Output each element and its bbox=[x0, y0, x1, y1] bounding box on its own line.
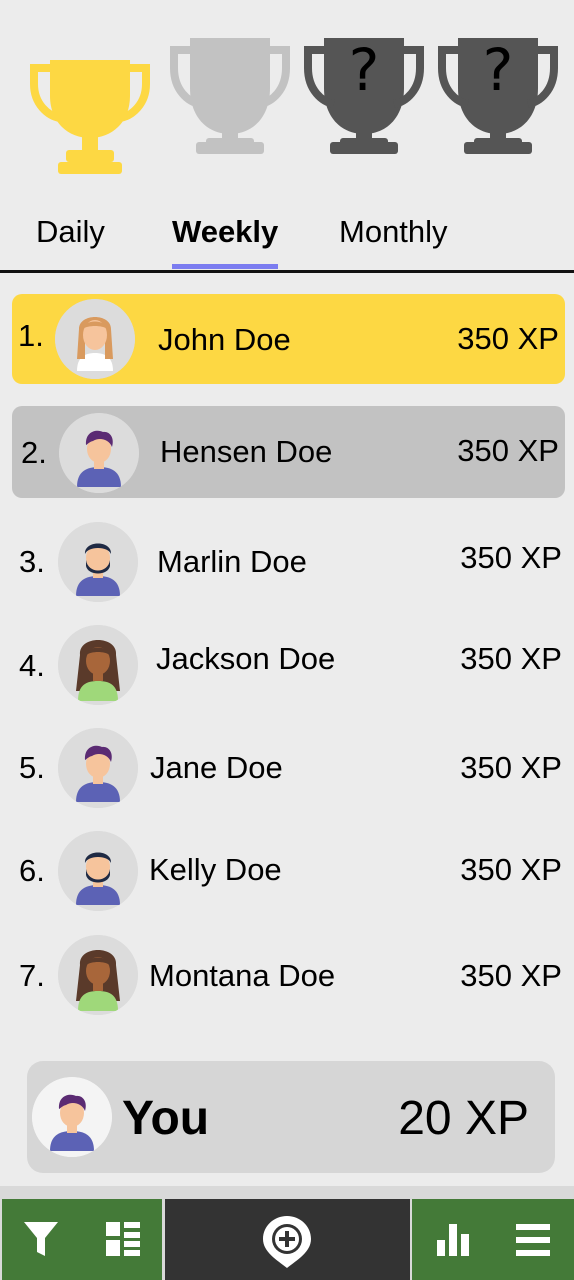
man-purple-hair-avatar bbox=[59, 413, 139, 493]
player-xp: 350 XP bbox=[457, 433, 559, 468]
player-xp: 350 XP bbox=[460, 750, 562, 785]
menu-icon[interactable] bbox=[516, 1224, 550, 1256]
rank-number: 6. bbox=[19, 853, 45, 888]
period-tabs: Daily Weekly Monthly bbox=[0, 212, 574, 272]
player-name: Hensen Doe bbox=[160, 434, 333, 469]
rank-number: 7. bbox=[19, 958, 45, 993]
player-xp: 350 XP bbox=[457, 321, 559, 356]
current-user-card[interactable]: You 20 XP bbox=[27, 1061, 555, 1173]
leaderboard-row-6[interactable]: 6. Kelly Doe 350 XP bbox=[12, 830, 565, 914]
nav-middle-group bbox=[165, 1199, 410, 1280]
leaderboard-row-5[interactable]: 5. Jane Doe 350 XP bbox=[12, 726, 565, 810]
woman-curly-hair-avatar bbox=[58, 625, 138, 705]
bar-chart-icon[interactable] bbox=[437, 1224, 469, 1256]
trophy-gold-icon bbox=[30, 38, 150, 174]
tab-monthly[interactable]: Monthly bbox=[339, 212, 448, 252]
tab-daily[interactable]: Daily bbox=[36, 212, 105, 252]
leaderboard-row-1[interactable]: 1. John Doe 350 XP bbox=[12, 294, 565, 384]
player-name: Kelly Doe bbox=[149, 852, 282, 887]
player-xp: 350 XP bbox=[460, 641, 562, 676]
player-name: Jane Doe bbox=[150, 750, 283, 785]
man-purple-hair-avatar bbox=[32, 1077, 112, 1157]
rank-number: 4. bbox=[19, 648, 45, 683]
woman-curly-hair-avatar bbox=[58, 935, 138, 1015]
player-name: Montana Doe bbox=[149, 958, 336, 993]
filter-icon[interactable] bbox=[24, 1222, 58, 1258]
player-xp: 350 XP bbox=[460, 958, 562, 993]
player-name: Jackson Doe bbox=[156, 641, 336, 676]
man-beard-avatar bbox=[58, 522, 138, 602]
man-beard-avatar bbox=[58, 831, 138, 911]
trophy-locked-icon: ? bbox=[438, 38, 558, 174]
current-user-xp: 20 XP bbox=[398, 1092, 529, 1145]
nav-left-group bbox=[2, 1199, 162, 1280]
list-view-icon[interactable] bbox=[106, 1222, 140, 1256]
locked-question-mark: ? bbox=[348, 36, 380, 104]
tab-weekly[interactable]: Weekly bbox=[172, 212, 278, 252]
leaderboard-row-3[interactable]: 3. Marlin Doe 350 XP bbox=[12, 520, 565, 604]
nav-right-group bbox=[412, 1199, 574, 1280]
player-xp: 350 XP bbox=[460, 540, 562, 575]
man-purple-hair-avatar bbox=[58, 728, 138, 808]
bottom-navigation bbox=[0, 1186, 574, 1280]
leaderboard-row-7[interactable]: 7. Montana Doe 350 XP bbox=[12, 934, 565, 1018]
trophy-silver-icon bbox=[170, 38, 290, 174]
player-xp: 350 XP bbox=[460, 852, 562, 887]
player-name: Marlin Doe bbox=[157, 544, 307, 579]
active-tab-indicator bbox=[172, 264, 278, 269]
current-user-label: You bbox=[122, 1092, 210, 1145]
leaderboard-row-4[interactable]: 4. Jackson Doe 350 XP bbox=[12, 622, 565, 706]
add-location-icon[interactable] bbox=[263, 1216, 311, 1268]
rank-number: 3. bbox=[19, 544, 45, 579]
trophy-locked-icon: ? bbox=[304, 38, 424, 174]
woman-blonde-avatar bbox=[55, 299, 135, 379]
tabs-divider bbox=[0, 270, 574, 273]
rank-number: 1. bbox=[18, 318, 44, 353]
player-name: John Doe bbox=[158, 322, 291, 357]
rank-number: 2. bbox=[21, 435, 47, 470]
leaderboard-row-2[interactable]: 2. Hensen Doe 350 XP bbox=[12, 406, 565, 498]
locked-question-mark: ? bbox=[482, 36, 514, 104]
rank-number: 5. bbox=[19, 750, 45, 785]
